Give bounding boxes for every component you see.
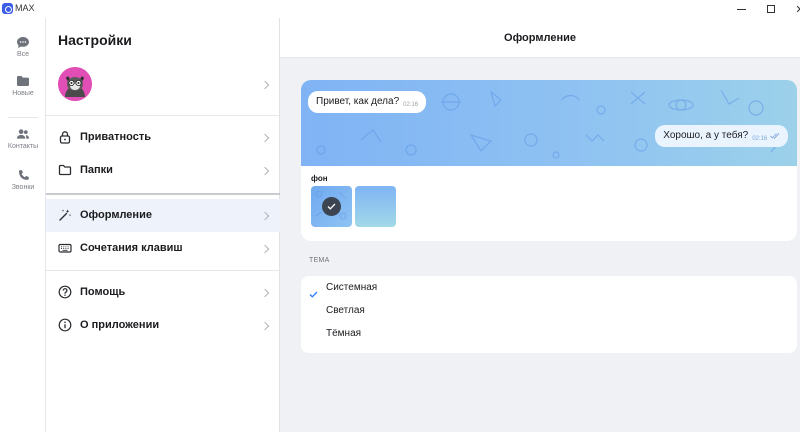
main-content: Оформление Привет, как дела? 02:16 Хорош… bbox=[280, 18, 800, 432]
rail-label: Контакты bbox=[7, 143, 39, 150]
maximize-button[interactable] bbox=[756, 0, 786, 18]
menu-item-label: Сочетания клавиш bbox=[80, 242, 183, 254]
phone-icon bbox=[16, 168, 30, 182]
theme-option-dark[interactable]: Тёмная bbox=[326, 328, 361, 339]
minimize-button[interactable] bbox=[726, 0, 756, 18]
background-label: фон bbox=[311, 174, 328, 183]
menu-item-label: Оформление bbox=[80, 209, 152, 221]
folder-icon bbox=[58, 163, 72, 177]
lock-icon bbox=[58, 130, 72, 144]
menu-item-label: Приватность bbox=[80, 131, 151, 143]
help-icon bbox=[58, 285, 72, 299]
menu-item-privacy[interactable]: Приватность bbox=[46, 121, 280, 154]
main-header: Оформление bbox=[280, 18, 800, 58]
rail-item-all[interactable]: Все bbox=[0, 35, 46, 58]
chevron-right-icon bbox=[260, 321, 270, 331]
chevron-right-icon bbox=[260, 288, 270, 298]
theme-options: Системная Светлая Тёмная bbox=[301, 276, 797, 353]
chevron-right-icon bbox=[260, 244, 270, 254]
menu-item-shortcuts[interactable]: Сочетания клавиш bbox=[46, 232, 280, 265]
cat-avatar-icon bbox=[58, 67, 92, 101]
menu-item-about[interactable]: О приложении bbox=[46, 309, 280, 342]
chat-icon bbox=[16, 35, 30, 49]
message-text: Хорошо, а у тебя? bbox=[663, 130, 749, 141]
rail-item-calls[interactable]: Звонки bbox=[0, 168, 46, 191]
double-check-icon bbox=[770, 132, 780, 139]
check-icon bbox=[309, 285, 318, 303]
magic-wand-icon bbox=[58, 208, 72, 222]
rail-item-contacts[interactable]: Контакты bbox=[0, 127, 46, 150]
divider bbox=[46, 193, 280, 195]
settings-panel: Настройки Приватность Папки Оформление С… bbox=[46, 18, 280, 432]
contacts-icon bbox=[16, 127, 30, 141]
wallpaper-swatch[interactable] bbox=[355, 186, 396, 227]
rail-label: Все bbox=[16, 51, 30, 58]
menu-item-label: Помощь bbox=[80, 286, 126, 298]
menu-item-label: Папки bbox=[80, 164, 113, 176]
incoming-message-bubble: Привет, как дела? 02:16 bbox=[308, 91, 427, 113]
rail-label: Новые bbox=[12, 90, 34, 97]
message-text: Привет, как дела? bbox=[316, 96, 400, 107]
keyboard-icon bbox=[58, 241, 72, 255]
info-icon bbox=[58, 318, 72, 332]
menu-item-help[interactable]: Помощь bbox=[46, 276, 280, 309]
menu-item-appearance[interactable]: Оформление bbox=[46, 199, 280, 232]
avatar bbox=[58, 67, 92, 101]
wallpaper-card: Привет, как дела? 02:16 Хорошо, а у тебя?… bbox=[301, 80, 797, 241]
wallpaper-swatch-selected[interactable] bbox=[311, 186, 352, 227]
rail-label: Звонки bbox=[11, 184, 35, 191]
outgoing-message-bubble: Хорошо, а у тебя? 02:16 bbox=[655, 125, 788, 147]
settings-title: Настройки bbox=[58, 32, 132, 48]
theme-option-light[interactable]: Светлая bbox=[326, 305, 365, 316]
folder-icon bbox=[16, 74, 30, 88]
chevron-right-icon bbox=[260, 211, 270, 221]
profile-row[interactable] bbox=[46, 62, 280, 114]
page-title: Оформление bbox=[504, 32, 576, 44]
divider bbox=[46, 115, 280, 116]
title-bar: MAX ✕ bbox=[0, 0, 800, 18]
chevron-right-icon bbox=[260, 166, 270, 176]
menu-item-folders[interactable]: Папки bbox=[46, 154, 280, 187]
theme-section-label: ТЕМА bbox=[309, 257, 330, 264]
nav-rail: Все Новые Контакты Звонки bbox=[0, 18, 46, 432]
rail-item-new[interactable]: Новые bbox=[0, 74, 46, 97]
close-button[interactable]: ✕ bbox=[785, 0, 800, 18]
selected-check-icon bbox=[322, 197, 341, 216]
app-name: MAX bbox=[15, 3, 35, 13]
rail-divider bbox=[8, 117, 38, 118]
theme-option-system[interactable]: Системная bbox=[326, 282, 377, 293]
chat-preview: Привет, как дела? 02:16 Хорошо, а у тебя?… bbox=[301, 80, 797, 166]
chevron-right-icon bbox=[260, 80, 270, 90]
message-time: 02:16 bbox=[752, 136, 768, 142]
app-logo-icon bbox=[2, 3, 13, 14]
maximize-icon bbox=[767, 5, 775, 13]
message-time: 02:16 bbox=[403, 102, 419, 108]
close-icon: ✕ bbox=[795, 3, 800, 16]
chevron-right-icon bbox=[260, 133, 270, 143]
minimize-icon bbox=[736, 8, 746, 10]
divider bbox=[46, 270, 280, 271]
menu-item-label: О приложении bbox=[80, 319, 160, 331]
